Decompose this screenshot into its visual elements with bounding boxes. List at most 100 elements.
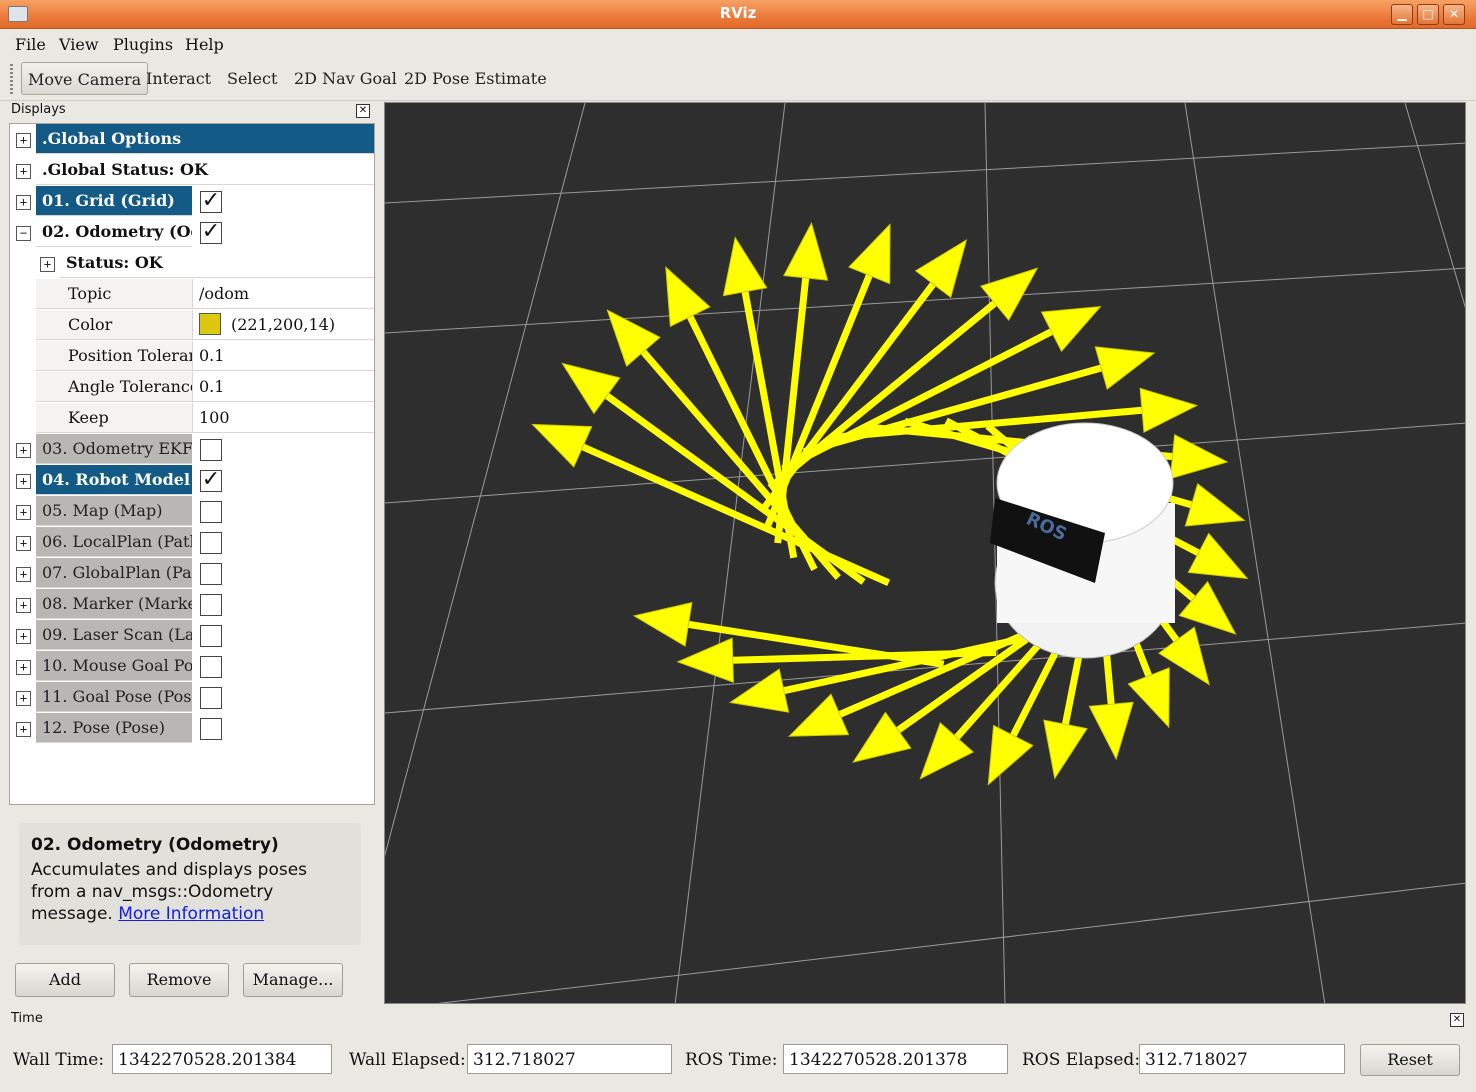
enable-checkbox[interactable] [200, 563, 222, 585]
display-row-name: Topic [36, 279, 192, 309]
enable-checkbox[interactable] [200, 687, 222, 709]
expand-icon[interactable]: + [16, 722, 31, 737]
display-row[interactable]: Angle Tolerance 0.1 [10, 372, 374, 403]
property-value[interactable]: 0.1 [192, 341, 374, 371]
display-row-name: 08. Marker (Marker) [36, 589, 192, 619]
displays-tree[interactable]: + .Global Options + .Global Status: OK +01. … [9, 123, 375, 805]
expand-icon[interactable]: + [40, 257, 55, 272]
time-panel-title: Time [11, 1011, 43, 1026]
expand-icon[interactable]: + [16, 567, 31, 582]
display-row[interactable]: Topic/odom [10, 279, 374, 310]
expand-icon[interactable]: + [16, 536, 31, 551]
ros-time-label: ROS Time: [685, 1050, 778, 1070]
display-row[interactable]: +03. Odometry EKF (Odometry) [10, 434, 374, 465]
display-row-name: 05. Map (Map) [36, 496, 192, 526]
menu-plugins[interactable]: Plugins [113, 35, 173, 54]
expand-icon[interactable]: + [16, 629, 31, 644]
display-row[interactable]: +12. Pose (Pose) [10, 713, 374, 744]
expand-icon[interactable]: + [16, 164, 31, 179]
display-row-name: Keep [36, 403, 192, 433]
menu-view[interactable]: View [59, 35, 99, 54]
close-time-panel-icon[interactable]: ✕ [1450, 1013, 1464, 1027]
window-title: RViz [719, 4, 757, 22]
property-value[interactable]: /odom [192, 279, 374, 309]
odometry-arrow-shaft [640, 349, 841, 580]
odometry-arrow-head [783, 221, 829, 281]
property-value[interactable]: 0.1 [192, 372, 374, 402]
enable-checkbox[interactable]: ✓ [200, 469, 222, 492]
display-row-name: .Global Status: OK [36, 155, 374, 185]
ros-elapsed-field[interactable]: 312.718027 [1139, 1044, 1345, 1074]
enable-checkbox[interactable]: ✓ [200, 190, 222, 213]
display-row[interactable]: −02. Odometry (Odometry) ✓ [10, 217, 374, 248]
display-row[interactable]: +10. Mouse Goal Pose (Pose) [10, 651, 374, 682]
odometry-arrow-head [987, 724, 1034, 786]
time-panel: Time ✕ Wall Time: 1342270528.201384 Wall… [7, 1010, 1469, 1090]
display-row[interactable]: +09. Laser Scan (LaserScan) [10, 620, 374, 651]
tool-2d-nav-goal[interactable]: 2D Nav Goal [294, 69, 397, 88]
expand-icon[interactable]: + [16, 691, 31, 706]
display-row[interactable]: +04. Robot Model (RobotModel) ✓ [10, 465, 374, 496]
tool-2d-pose-estimate[interactable]: 2D Pose Estimate [404, 69, 547, 88]
display-row[interactable]: +11. Goal Pose (Pose) [10, 682, 374, 713]
remove-button[interactable]: Remove [129, 963, 229, 997]
close-icon[interactable]: ✕ [1443, 4, 1465, 25]
enable-checkbox[interactable] [200, 532, 222, 554]
enable-checkbox[interactable] [200, 501, 222, 523]
expand-icon[interactable]: + [16, 443, 31, 458]
expand-icon[interactable]: + [16, 133, 31, 148]
wall-time-field[interactable]: 1342270528.201384 [112, 1044, 332, 1074]
display-row[interactable]: + .Global Options [10, 124, 374, 155]
display-row[interactable]: +06. LocalPlan (Path) [10, 527, 374, 558]
minimize-icon[interactable]: ▁ [1391, 4, 1413, 25]
color-swatch[interactable] [199, 313, 221, 335]
odometry-arrow-head [788, 693, 850, 737]
property-value-text: 0.1 [199, 377, 225, 396]
odometry-arrow-head [561, 362, 621, 415]
enable-checkbox[interactable] [200, 656, 222, 678]
display-row[interactable]: +01. Grid (Grid) ✓ [10, 186, 374, 217]
display-row[interactable]: +07. GlobalPlan (Path) [10, 558, 374, 589]
maximize-icon[interactable]: □ [1417, 4, 1439, 25]
collapse-icon[interactable]: − [16, 226, 31, 241]
menu-file[interactable]: File [15, 35, 46, 54]
property-value[interactable]: 100 [192, 403, 374, 433]
menu-help[interactable]: Help [185, 35, 224, 54]
manage-button[interactable]: Manage... [243, 963, 343, 997]
tool-interact[interactable]: Interact [146, 69, 211, 88]
tool-move-camera[interactable]: Move Camera [21, 62, 149, 95]
ros-time-field[interactable]: 1342270528.201378 [783, 1044, 1008, 1074]
display-row[interactable]: Keep 100 [10, 403, 374, 434]
enable-checkbox[interactable] [200, 439, 222, 461]
display-row-name: 02. Odometry (Odometry) [36, 217, 192, 247]
more-information-link[interactable]: More Information [118, 904, 264, 924]
display-row[interactable]: + .Global Status: OK [10, 155, 374, 186]
display-row[interactable]: Color (221,200,14) [10, 310, 374, 341]
enable-checkbox[interactable] [200, 718, 222, 740]
expand-icon[interactable]: + [16, 195, 31, 210]
expand-icon[interactable]: + [16, 660, 31, 675]
enable-checkbox[interactable]: ✓ [200, 221, 222, 244]
displays-panel-title: Displays [11, 102, 66, 117]
display-row[interactable]: Position Tolerance 0.1 [10, 341, 374, 372]
expand-icon[interactable]: + [16, 505, 31, 520]
odometry-arrow-head [1043, 719, 1088, 780]
enable-checkbox[interactable] [200, 594, 222, 616]
odometry-arrow-head [676, 637, 734, 683]
expand-icon[interactable]: + [16, 474, 31, 489]
expand-icon[interactable]: + [16, 598, 31, 613]
odometry-arrow-head [852, 711, 912, 763]
display-row[interactable]: + Status: OK [10, 248, 374, 279]
menu-bar: File View Plugins Help [0, 29, 1476, 59]
wall-elapsed-field[interactable]: 312.718027 [467, 1044, 672, 1074]
close-panel-icon[interactable]: ✕ [356, 104, 370, 118]
add-button[interactable]: Add [15, 963, 115, 997]
display-row[interactable]: +08. Marker (Marker) [10, 589, 374, 620]
tool-select[interactable]: Select [227, 69, 277, 88]
display-row[interactable]: +05. Map (Map) [10, 496, 374, 527]
toolbar-grip-handle[interactable] [10, 64, 13, 94]
property-value[interactable]: (221,200,14) [192, 310, 374, 340]
enable-checkbox[interactable] [200, 625, 222, 647]
render-viewport[interactable]: ROS [384, 102, 1466, 1004]
reset-button[interactable]: Reset [1360, 1044, 1460, 1076]
